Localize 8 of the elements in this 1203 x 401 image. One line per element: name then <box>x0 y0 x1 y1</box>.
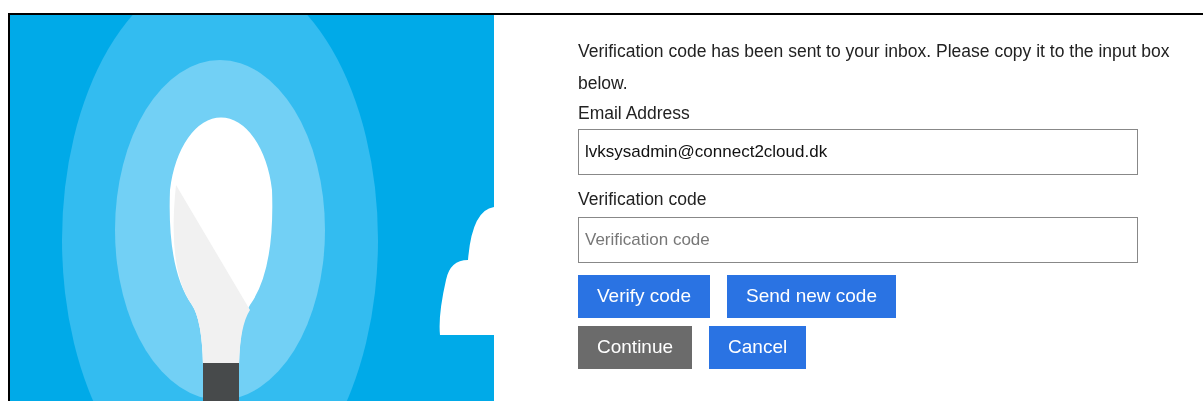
action-button[interactable]: Cancel <box>709 326 807 369</box>
field-label: Verification code <box>578 188 708 211</box>
email-field[interactable]: lvksysadmin@connect2cloud.dk <box>578 129 1138 175</box>
action-button[interactable]: Send new code <box>727 275 896 318</box>
field-label: Email Address <box>578 102 691 125</box>
instruction-text: Verification code has been sent to your inbox. Please copy it to the input box below. <box>578 40 1171 95</box>
code-field[interactable]: Verification code <box>578 217 1138 263</box>
action-button[interactable]: Verify code <box>578 275 710 318</box>
